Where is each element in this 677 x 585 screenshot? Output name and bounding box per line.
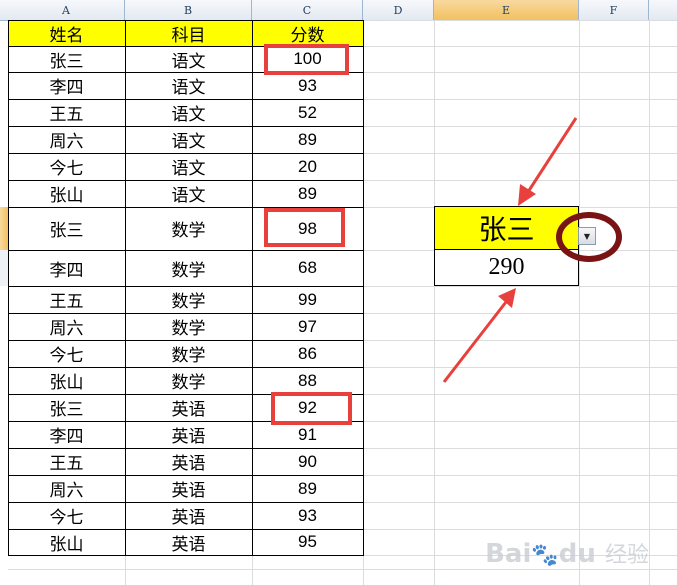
arrow-to-name-line [526,117,578,193]
watermark-paw-icon: 🐾 [531,543,559,568]
arrow-to-name-head [518,184,536,206]
arrow-to-result-head [498,288,516,308]
watermark-site: 经验 [604,543,649,568]
annotation-arrows [442,117,578,383]
watermark-logo: Bai🐾du 经验 [485,537,649,569]
watermark-brand-suffix: du [558,539,596,569]
watermark-brand: Bai [485,539,532,569]
arrow-to-result-line [442,301,508,383]
